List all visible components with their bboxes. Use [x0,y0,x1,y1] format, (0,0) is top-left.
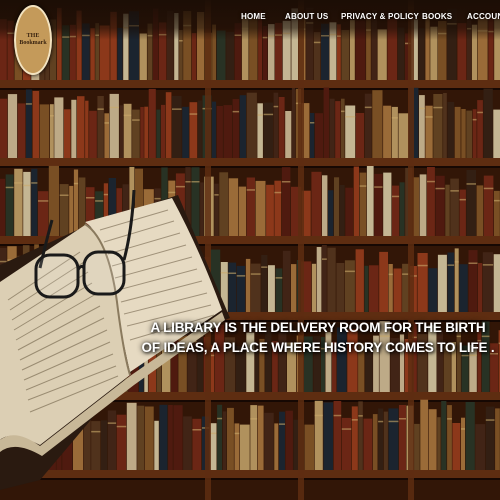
hero-quote: A LIBRARY IS THE DELIVERY ROOM FOR THE B… [141,320,495,355]
nav-privacy-policy-link[interactable]: PRIVACY & POLICY [341,12,419,21]
main-menu: HOME ABOUT US PRIVACY & POLICY BOOKS ACC… [0,12,500,28]
logo-line-2: Bookmark [19,40,47,46]
logo-line-1: THE [26,33,40,39]
top-navigation-bar: THE Bookmark HOME ABOUT US PRIVACY & POL… [0,0,500,75]
nav-account-link[interactable]: ACCOUNT [467,12,500,21]
nav-home-link[interactable]: HOME [241,12,266,21]
nav-books-link[interactable]: BOOKS [422,12,452,21]
nav-about-us-link[interactable]: ABOUT US [285,12,328,21]
